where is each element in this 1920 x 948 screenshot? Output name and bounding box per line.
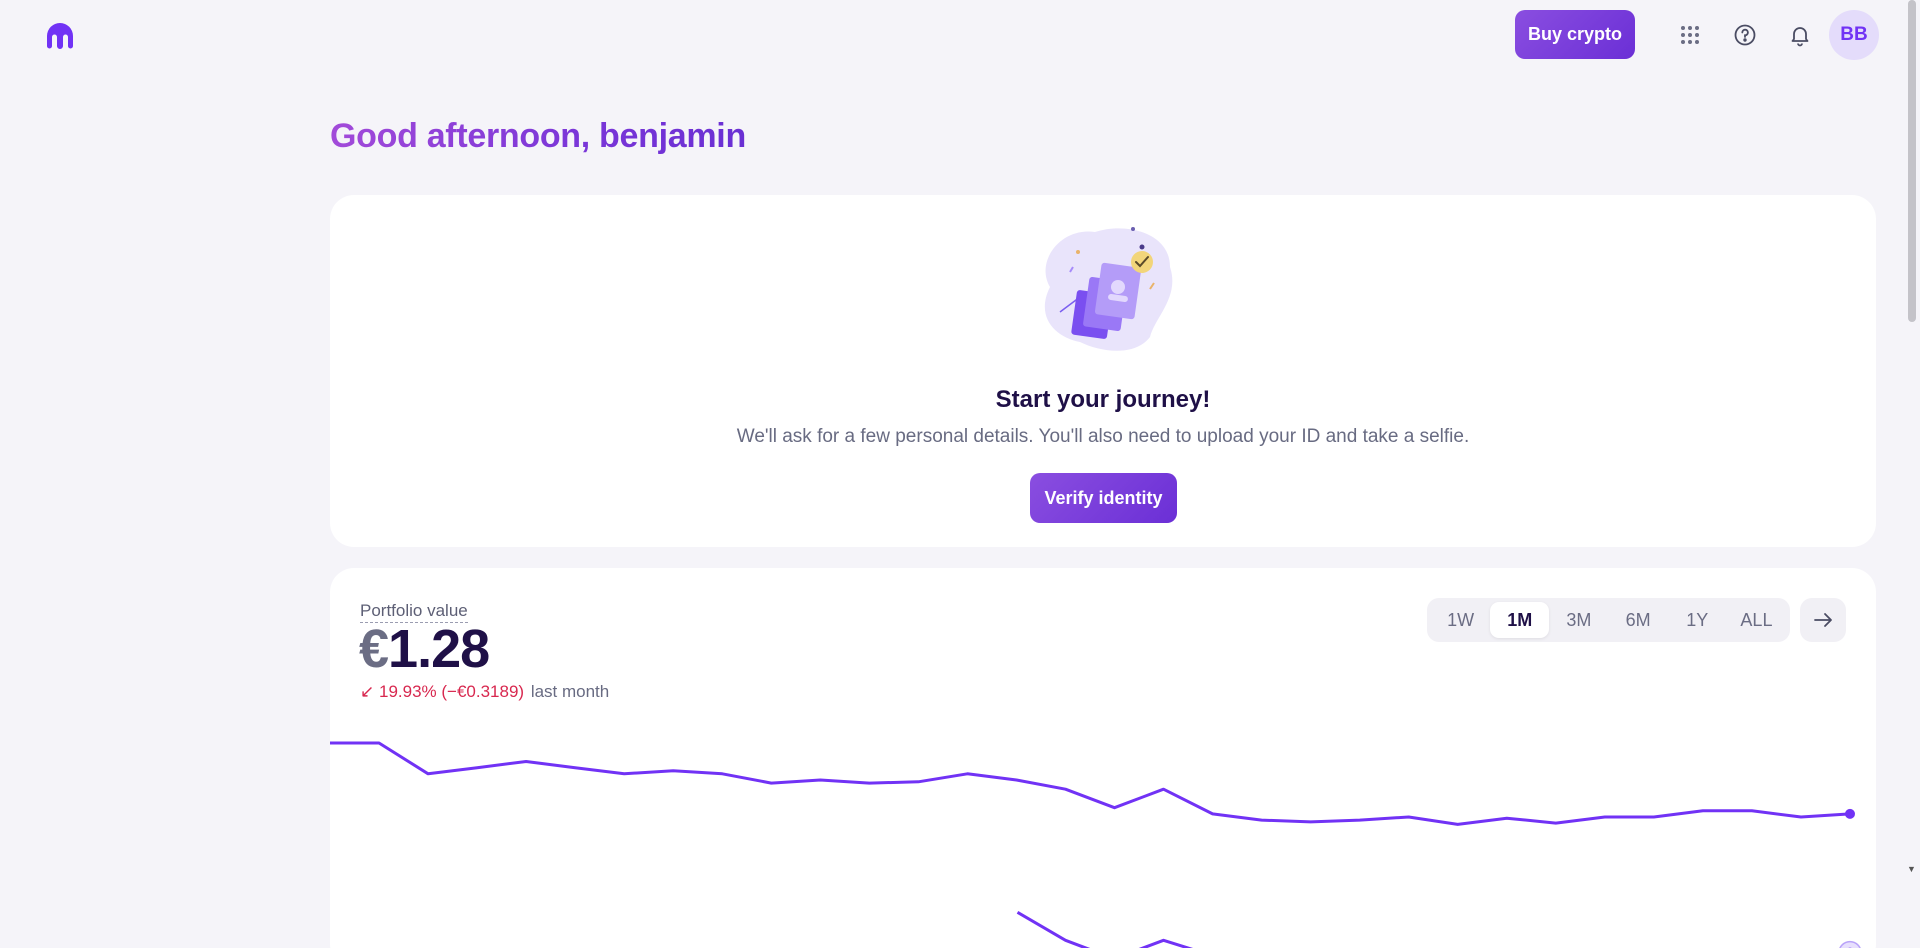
- time-range-selector: 1W 1M 3M 6M 1Y ALL: [1427, 598, 1790, 642]
- chart-end-point-1: [1845, 808, 1855, 819]
- range-3m-button[interactable]: 3M: [1549, 602, 1608, 638]
- range-6m-button[interactable]: 6M: [1609, 602, 1668, 638]
- arrow-right-icon: [1814, 613, 1832, 627]
- portfolio-card: Portfolio value €1.28 ↙ 19.93% (−€0.3189…: [330, 568, 1876, 948]
- expand-portfolio-button[interactable]: [1800, 598, 1846, 642]
- journey-title: Start your journey!: [995, 386, 1211, 413]
- kraken-logo-icon: [47, 23, 73, 49]
- buy-crypto-button[interactable]: Buy crypto: [1515, 10, 1635, 59]
- chart-hover-halo: [1839, 940, 1861, 948]
- greeting-title: Good afternoon, benjamin: [330, 117, 746, 155]
- portfolio-change: ↙ 19.93% (−€0.3189) last month: [360, 682, 609, 702]
- identity-documents-illustration: [1044, 227, 1173, 351]
- range-all-button[interactable]: ALL: [1727, 602, 1786, 638]
- avatar[interactable]: BB: [1829, 10, 1879, 60]
- apps-grid-icon[interactable]: [1672, 17, 1708, 53]
- journey-subtitle: We'll ask for a few personal details. Yo…: [736, 426, 1470, 447]
- scrollbar-thumb[interactable]: [1908, 0, 1916, 322]
- range-1y-button[interactable]: 1Y: [1668, 602, 1727, 638]
- change-percent: 19.93% (−€0.3189): [378, 682, 525, 701]
- chart-series-line-2: [1016, 911, 1194, 948]
- help-icon[interactable]: [1727, 17, 1763, 53]
- trend-down-arrow-icon: ↙: [360, 682, 375, 701]
- portfolio-amount: 1.28: [388, 619, 490, 679]
- verify-identity-card: Start your journey! We'll ask for a few …: [330, 195, 1876, 547]
- scroll-down-arrow-icon[interactable]: ▼: [1907, 864, 1916, 874]
- change-period: last month: [530, 682, 610, 701]
- kraken-logo[interactable]: [44, 20, 76, 52]
- currency-symbol: €: [359, 619, 389, 679]
- verify-identity-button[interactable]: Verify identity: [1030, 473, 1177, 523]
- page-scrollbar[interactable]: ▼: [1903, 0, 1920, 948]
- range-1w-button[interactable]: 1W: [1431, 602, 1490, 638]
- chart-series-line-1: [330, 741, 1851, 826]
- portfolio-value: €1.28: [359, 618, 490, 680]
- range-1m-button[interactable]: 1M: [1490, 602, 1550, 638]
- bell-icon[interactable]: [1782, 17, 1818, 53]
